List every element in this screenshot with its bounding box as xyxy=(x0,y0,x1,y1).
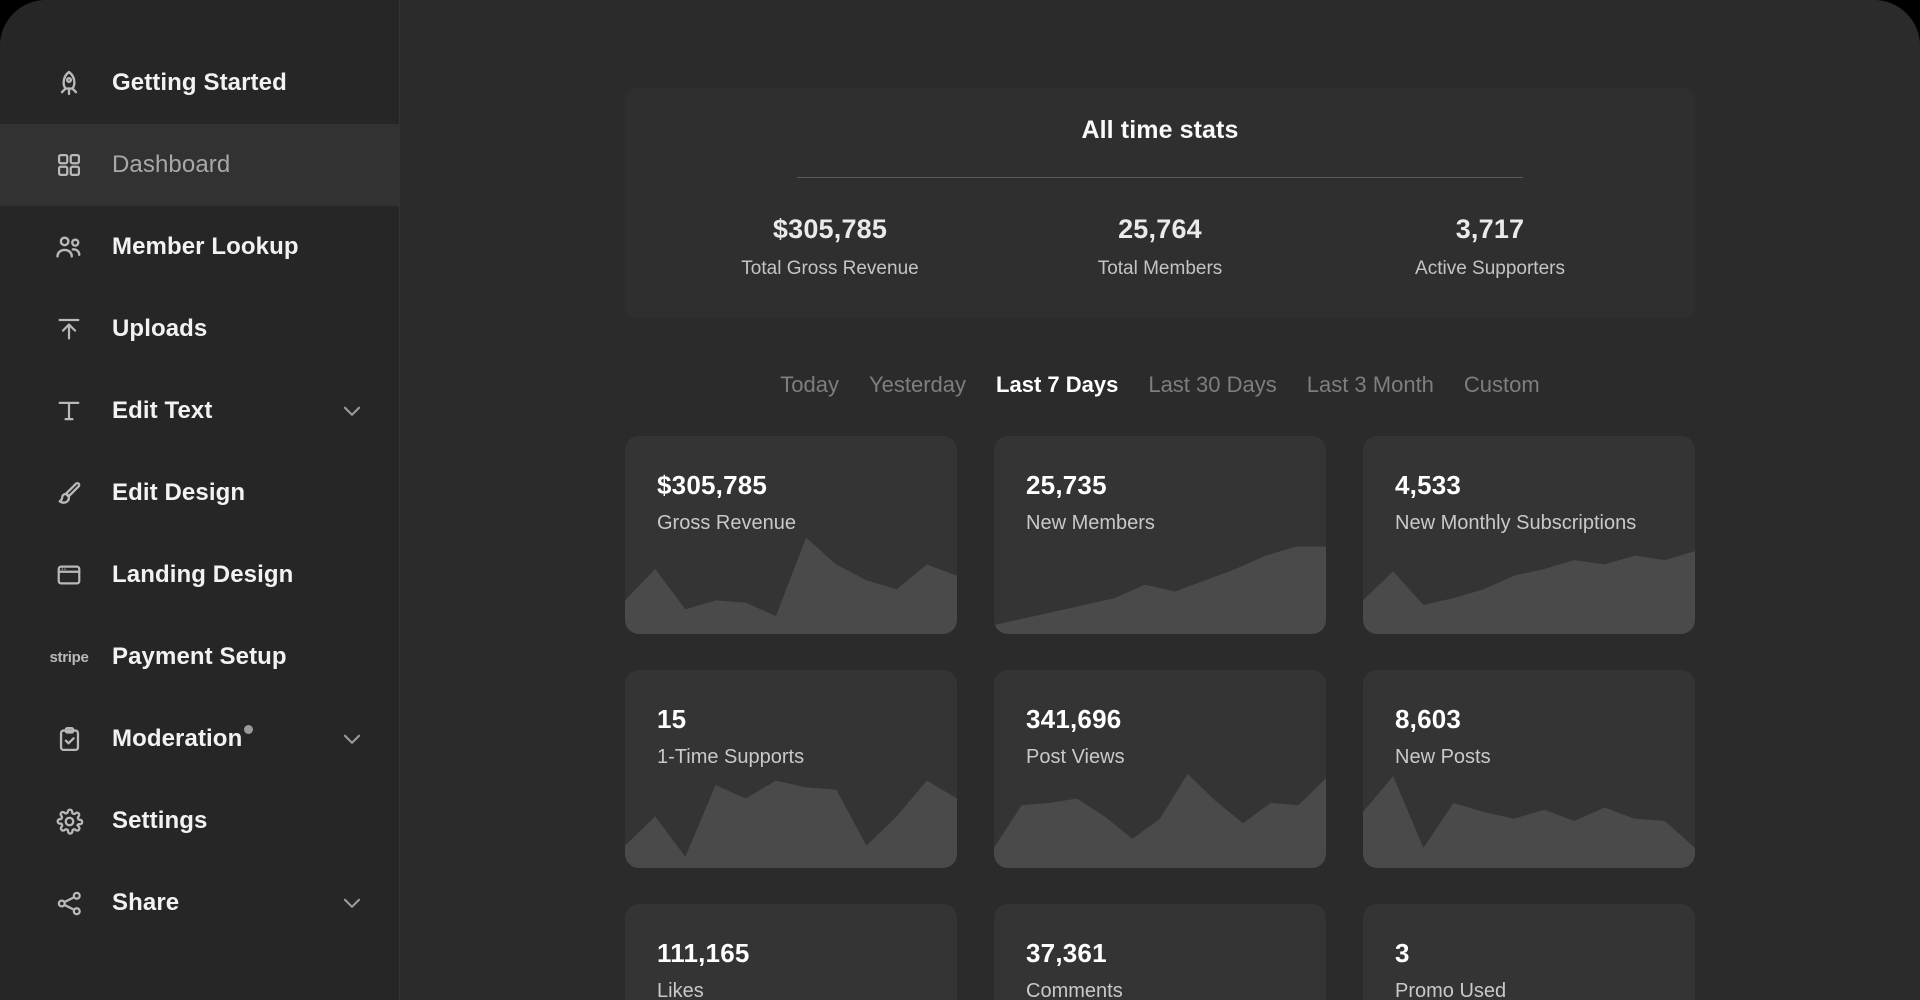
all-time-stat-label: Total Gross Revenue xyxy=(741,258,919,279)
sidebar-item-settings[interactable]: Settings xyxy=(0,780,399,862)
sparkline-chart xyxy=(1363,522,1695,634)
tab-last-7-days[interactable]: Last 7 Days xyxy=(996,372,1118,398)
stat-card[interactable]: 37,361 Comments xyxy=(994,904,1326,1000)
all-time-stat: $305,785 Total Gross Revenue xyxy=(665,214,995,280)
stat-card-label: New Members xyxy=(1026,512,1155,534)
tab-last-3-month[interactable]: Last 3 Month xyxy=(1307,372,1434,398)
stat-card[interactable]: 4,533 New Monthly Subscriptions xyxy=(1363,436,1695,634)
grid-icon xyxy=(52,148,86,182)
stat-card[interactable]: 3 Promo Used xyxy=(1363,904,1695,1000)
stat-card-value: 111,165 xyxy=(657,938,750,968)
stat-card-grid: $305,785 Gross Revenue 25,735 New Members 4,… xyxy=(625,436,1695,1000)
stat-card-value: 25,735 xyxy=(1026,470,1107,500)
stripe-icon: stripe xyxy=(49,648,89,666)
tab-yesterday[interactable]: Yesterday xyxy=(869,372,966,398)
time-range-tabs: Today Yesterday Last 7 Days Last 30 Days Las… xyxy=(625,372,1695,398)
tab-custom[interactable]: Custom xyxy=(1464,372,1540,398)
stat-card[interactable]: 341,696 Post Views xyxy=(994,670,1326,868)
stat-card-label: New Posts xyxy=(1395,746,1491,768)
all-time-stat-value: 25,764 xyxy=(1118,214,1202,244)
sidebar-item-label: Moderation xyxy=(112,725,243,752)
all-time-stat-label: Total Members xyxy=(1097,258,1223,279)
stat-card[interactable]: 111,165 Likes xyxy=(625,904,957,1000)
sidebar-item-label: Edit Design xyxy=(112,479,246,506)
sidebar-item-getting-started[interactable]: Getting Started xyxy=(0,42,399,124)
all-time-stats-row: $305,785 Total Gross Revenue 25,764 Total M… xyxy=(665,214,1655,280)
chevron-down-icon[interactable] xyxy=(339,890,365,916)
stat-card-label: Post Views xyxy=(1026,746,1125,768)
sidebar-item-label: Dashboard xyxy=(112,151,231,178)
stat-card-label: Comments xyxy=(1026,980,1123,1000)
sidebar-item-moderation[interactable]: Moderation xyxy=(0,698,399,780)
chevron-down-icon[interactable] xyxy=(339,398,365,424)
sidebar-item-edit-design[interactable]: Edit Design xyxy=(0,452,399,534)
all-time-stats-title: All time stats xyxy=(1081,116,1239,144)
sidebar-item-uploads[interactable]: Uploads xyxy=(0,288,399,370)
sidebar: Getting Started Dashboard Member Lookup Upl… xyxy=(0,0,400,1000)
sidebar-item-label: Settings xyxy=(112,807,208,834)
stat-card-label: 1-Time Supports xyxy=(657,746,805,768)
stat-card[interactable]: $305,785 Gross Revenue xyxy=(625,436,957,634)
all-time-stats-card: All time stats $305,785 Total Gross Reven… xyxy=(625,88,1695,318)
sidebar-item-label: Payment Setup xyxy=(112,643,287,670)
sidebar-item-label: Edit Text xyxy=(112,397,213,424)
tab-today[interactable]: Today xyxy=(780,372,839,398)
all-time-stat: 25,764 Total Members xyxy=(995,214,1325,280)
upload-icon xyxy=(52,312,86,346)
all-time-stat: 3,717 Active Supporters xyxy=(1325,214,1655,280)
all-time-stat-value: 3,717 xyxy=(1455,214,1525,244)
sidebar-item-share[interactable]: Share xyxy=(0,862,399,944)
all-time-stat-value: $305,785 xyxy=(772,214,888,244)
stat-card-value: 15 xyxy=(657,704,687,734)
clipboard-check-icon xyxy=(52,722,86,756)
brush-icon xyxy=(52,476,86,510)
tab-last-30-days[interactable]: Last 30 Days xyxy=(1148,372,1276,398)
sparkline-chart xyxy=(625,522,957,634)
stat-card-label: Likes xyxy=(657,980,704,1000)
notification-dot-badge xyxy=(244,724,254,734)
stat-card-value: 3 xyxy=(1395,938,1410,968)
sidebar-item-label: Uploads xyxy=(112,315,208,342)
stat-card[interactable]: 15 1-Time Supports xyxy=(625,670,957,868)
stat-card-value: $305,785 xyxy=(657,470,768,500)
sidebar-item-label: Landing Design xyxy=(112,561,294,588)
sidebar-item-label: Share xyxy=(112,889,180,916)
stat-card-label: New Monthly Subscriptions xyxy=(1395,512,1637,534)
main-content: All time stats $305,785 Total Gross Reven… xyxy=(400,0,1920,1000)
app-shell: Getting Started Dashboard Member Lookup Upl… xyxy=(0,0,1920,1000)
sidebar-item-edit-text[interactable]: Edit Text xyxy=(0,370,399,452)
stat-card-label: Promo Used xyxy=(1395,980,1507,1000)
sparkline-chart xyxy=(994,756,1326,868)
stat-card[interactable]: 25,735 New Members xyxy=(994,436,1326,634)
divider xyxy=(797,177,1523,178)
sidebar-item-label: Member Lookup xyxy=(112,233,299,260)
gear-icon xyxy=(52,804,86,838)
stat-card-value: 37,361 xyxy=(1026,938,1107,968)
share-icon xyxy=(52,886,86,920)
sparkline-chart xyxy=(994,522,1326,634)
all-time-stat-label: Active Supporters xyxy=(1415,258,1565,279)
users-icon xyxy=(52,230,86,264)
sidebar-item-member-lookup[interactable]: Member Lookup xyxy=(0,206,399,288)
text-icon xyxy=(52,394,86,428)
rocket-icon xyxy=(52,66,86,100)
stat-card[interactable]: 8,603 New Posts xyxy=(1363,670,1695,868)
stat-card-value: 4,533 xyxy=(1395,470,1462,500)
sidebar-item-landing-design[interactable]: Landing Design xyxy=(0,534,399,616)
stat-card-value: 8,603 xyxy=(1395,704,1462,734)
sparkline-chart xyxy=(625,756,957,868)
browser-window-icon xyxy=(52,558,86,592)
sidebar-item-dashboard[interactable]: Dashboard xyxy=(0,124,399,206)
sparkline-chart xyxy=(1363,756,1695,868)
chevron-down-icon[interactable] xyxy=(339,726,365,752)
sidebar-item-label: Getting Started xyxy=(112,69,287,96)
sidebar-item-payment-setup[interactable]: stripe Payment Setup xyxy=(0,616,399,698)
stat-card-label: Gross Revenue xyxy=(657,512,796,534)
stat-card-value: 341,696 xyxy=(1026,704,1122,734)
